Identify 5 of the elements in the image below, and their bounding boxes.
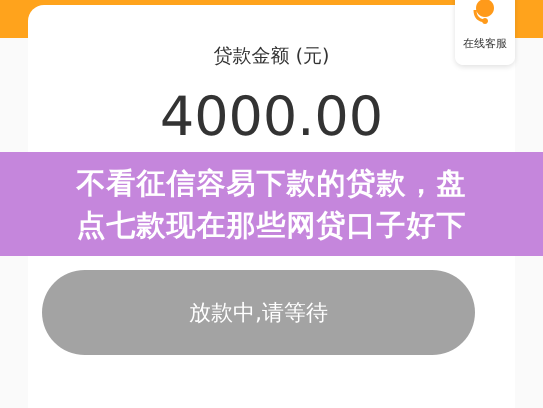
customer-service-button[interactable]: 在线客服 bbox=[455, 0, 515, 65]
banner-title-line: 点七款现在那些网贷口子好下 bbox=[76, 207, 466, 244]
loan-amount-label: 贷款金额 (元) bbox=[214, 44, 330, 69]
loan-amount: 4000.00 bbox=[160, 87, 384, 146]
banner-title-line: 不看征信容易下款的贷款，盘 bbox=[76, 165, 466, 202]
